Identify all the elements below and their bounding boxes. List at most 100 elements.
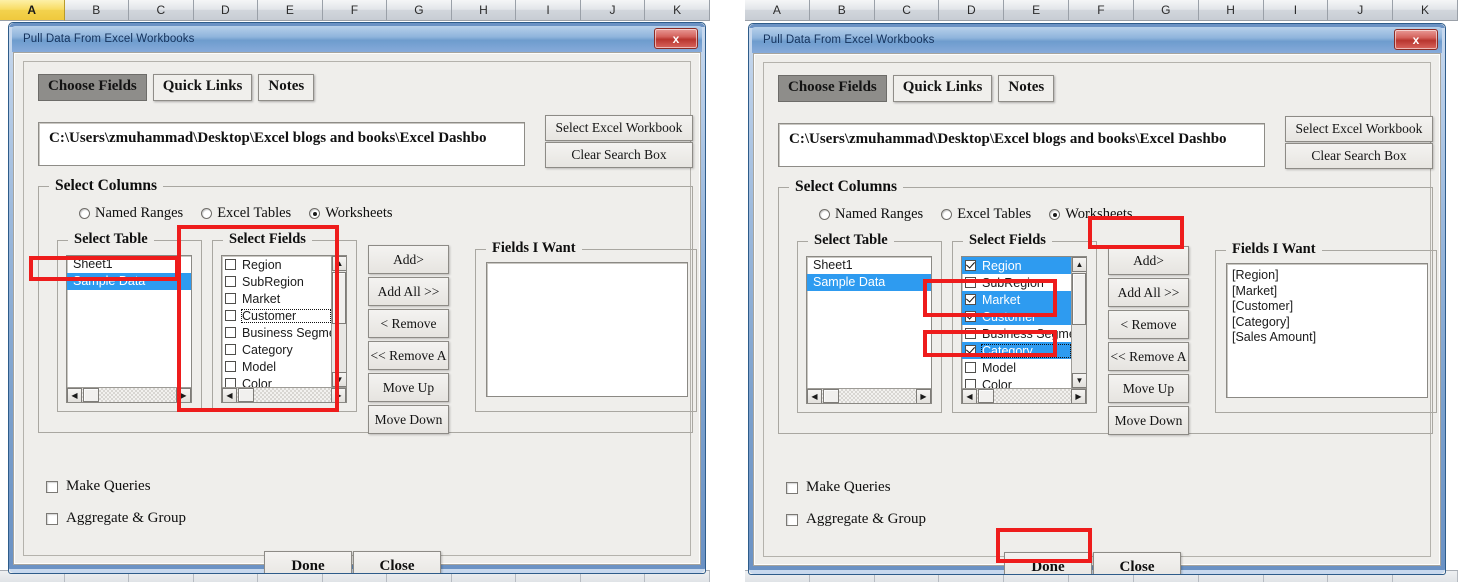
checkbox-icon[interactable] xyxy=(225,344,236,355)
fields-i-want-item[interactable]: [Region] xyxy=(1232,268,1427,284)
make-queries-checkbox-right[interactable]: Make Queries xyxy=(786,479,891,496)
list-item[interactable]: Sheet1 xyxy=(807,257,931,274)
radio-excel-tables[interactable]: Excel Tables xyxy=(941,206,1031,223)
field-checkbox-item[interactable]: Category xyxy=(222,341,331,358)
excel-column-header-e[interactable]: E xyxy=(258,0,323,21)
excel-column-header-b[interactable]: B xyxy=(64,0,130,21)
scrollbar-thumb[interactable] xyxy=(978,389,994,403)
select-fields-listbox-left[interactable]: Region SubRegion Market Customer Business Se… xyxy=(221,255,347,403)
aggregate-group-checkbox-left[interactable]: Aggregate & Group xyxy=(46,510,186,527)
excel-column-header-k[interactable]: K xyxy=(1393,0,1458,21)
excel-column-header-h[interactable]: H xyxy=(451,0,517,21)
make-queries-checkbox-left[interactable]: Make Queries xyxy=(46,478,151,495)
tab-notes[interactable]: Notes xyxy=(998,75,1055,102)
excel-column-header-g[interactable]: G xyxy=(1133,0,1199,21)
vertical-scrollbar[interactable]: ▲ ▼ xyxy=(331,256,346,387)
remove-all-button[interactable]: << Remove A xyxy=(1108,342,1189,371)
scrollbar-thumb[interactable] xyxy=(83,388,99,402)
scrollbar-thumb[interactable] xyxy=(823,389,839,403)
excel-column-header-j[interactable]: J xyxy=(1328,0,1394,21)
excel-column-header-d[interactable]: D xyxy=(193,0,259,21)
scroll-left-icon[interactable]: ◀ xyxy=(222,388,237,402)
excel-column-header-b[interactable]: B xyxy=(809,0,875,21)
tab-quick-links[interactable]: Quick Links xyxy=(152,74,253,101)
fields-i-want-item[interactable]: [Sales Amount] xyxy=(1232,330,1427,346)
excel-column-header-i[interactable]: I xyxy=(1263,0,1329,21)
fields-i-want-item[interactable]: [Category] xyxy=(1232,315,1427,331)
scroll-right-icon[interactable]: ▶ xyxy=(331,388,346,402)
select-table-listbox-left[interactable]: Sheet1 Sample Data ◀ ▶ xyxy=(66,255,192,403)
radio-excel-tables[interactable]: Excel Tables xyxy=(201,205,291,222)
field-checkbox-item[interactable]: Region xyxy=(222,256,331,273)
tab-choose-fields[interactable]: Choose Fields xyxy=(778,75,887,102)
close-button-right[interactable]: Close xyxy=(1093,552,1181,574)
done-button-left[interactable]: Done xyxy=(264,551,352,573)
list-item[interactable]: Sample Data xyxy=(807,274,931,291)
checkbox-icon[interactable] xyxy=(225,276,236,287)
scroll-left-icon[interactable]: ◀ xyxy=(67,388,82,402)
radio-worksheets[interactable]: Worksheets xyxy=(1049,206,1133,223)
excel-column-header-a[interactable]: A xyxy=(0,0,65,21)
close-button-left[interactable]: Close xyxy=(353,551,441,573)
scrollbar-thumb[interactable] xyxy=(1072,273,1086,325)
workbook-path-input[interactable]: C:\Users\zmuhammad\Desktop\Excel blogs a… xyxy=(778,123,1265,167)
scroll-left-icon[interactable]: ◀ xyxy=(807,389,822,403)
tab-choose-fields[interactable]: Choose Fields xyxy=(38,74,147,101)
field-checkbox-item[interactable]: Category xyxy=(962,342,1071,359)
clear-search-box-button[interactable]: Clear Search Box xyxy=(545,142,693,168)
list-item[interactable]: Sample Data xyxy=(67,273,191,290)
fields-i-want-listbox-left[interactable] xyxy=(486,262,688,397)
checkbox-icon[interactable] xyxy=(965,345,976,356)
checkbox-icon[interactable] xyxy=(965,328,976,339)
scroll-right-icon[interactable]: ▶ xyxy=(916,389,931,403)
field-checkbox-item[interactable]: Region xyxy=(962,257,1071,274)
aggregate-group-checkbox-right[interactable]: Aggregate & Group xyxy=(786,511,926,528)
scroll-left-icon[interactable]: ◀ xyxy=(962,389,977,403)
add-all-button[interactable]: Add All >> xyxy=(368,277,449,306)
field-checkbox-item[interactable]: Model xyxy=(222,358,331,375)
remove-all-button[interactable]: << Remove A xyxy=(368,341,449,370)
list-item[interactable]: Sheet1 xyxy=(67,256,191,273)
field-checkbox-item[interactable]: SubRegion xyxy=(962,274,1071,291)
field-checkbox-item[interactable]: Model xyxy=(962,359,1071,376)
move-down-button[interactable]: Move Down xyxy=(368,405,449,434)
fields-i-want-item[interactable]: [Customer] xyxy=(1232,299,1427,315)
radio-worksheets[interactable]: Worksheets xyxy=(309,205,393,222)
horizontal-scrollbar[interactable]: ◀ ▶ xyxy=(67,387,191,402)
move-up-button[interactable]: Move Up xyxy=(368,373,449,402)
radio-named-ranges[interactable]: Named Ranges xyxy=(79,205,183,222)
radio-named-ranges[interactable]: Named Ranges xyxy=(819,206,923,223)
scrollbar-thumb[interactable] xyxy=(332,272,346,324)
vertical-scrollbar[interactable]: ▲ ▼ xyxy=(1071,257,1086,388)
field-checkbox-item[interactable]: Customer xyxy=(962,308,1071,325)
field-checkbox-item[interactable]: Business Segmen xyxy=(962,325,1083,342)
tab-quick-links[interactable]: Quick Links xyxy=(892,75,993,102)
scroll-right-icon[interactable]: ▶ xyxy=(1071,389,1086,403)
remove-button[interactable]: < Remove xyxy=(1108,310,1189,339)
checkbox-icon[interactable] xyxy=(225,361,236,372)
select-excel-workbook-button[interactable]: Select Excel Workbook xyxy=(545,115,693,141)
excel-column-header-f[interactable]: F xyxy=(322,0,388,21)
add-all-button[interactable]: Add All >> xyxy=(1108,278,1189,307)
scrollbar-thumb[interactable] xyxy=(238,388,254,402)
clear-search-box-button[interactable]: Clear Search Box xyxy=(1285,143,1433,169)
checkbox-icon[interactable] xyxy=(965,277,976,288)
excel-column-header-j[interactable]: J xyxy=(580,0,646,21)
excel-column-header-k[interactable]: K xyxy=(645,0,710,21)
checkbox-icon[interactable] xyxy=(225,293,236,304)
select-excel-workbook-button[interactable]: Select Excel Workbook xyxy=(1285,116,1433,142)
workbook-path-input[interactable]: C:\Users\zmuhammad\Desktop\Excel blogs a… xyxy=(38,122,525,166)
checkbox-icon[interactable] xyxy=(965,260,976,271)
move-down-button[interactable]: Move Down xyxy=(1108,406,1189,435)
fields-i-want-listbox-right[interactable]: [Region] [Market] [Customer] [Category] [Sal… xyxy=(1226,263,1428,398)
horizontal-scrollbar[interactable]: ◀ ▶ xyxy=(807,388,931,403)
checkbox-icon[interactable] xyxy=(225,327,236,338)
field-checkbox-item[interactable]: SubRegion xyxy=(222,273,331,290)
add-button[interactable]: Add> xyxy=(1108,246,1189,275)
excel-column-header-g[interactable]: G xyxy=(387,0,452,21)
select-table-listbox-right[interactable]: Sheet1 Sample Data ◀ ▶ xyxy=(806,256,932,404)
remove-button[interactable]: < Remove xyxy=(368,309,449,338)
checkbox-icon[interactable] xyxy=(965,311,976,322)
excel-column-header-h[interactable]: H xyxy=(1198,0,1264,21)
scroll-down-icon[interactable]: ▼ xyxy=(332,372,346,387)
